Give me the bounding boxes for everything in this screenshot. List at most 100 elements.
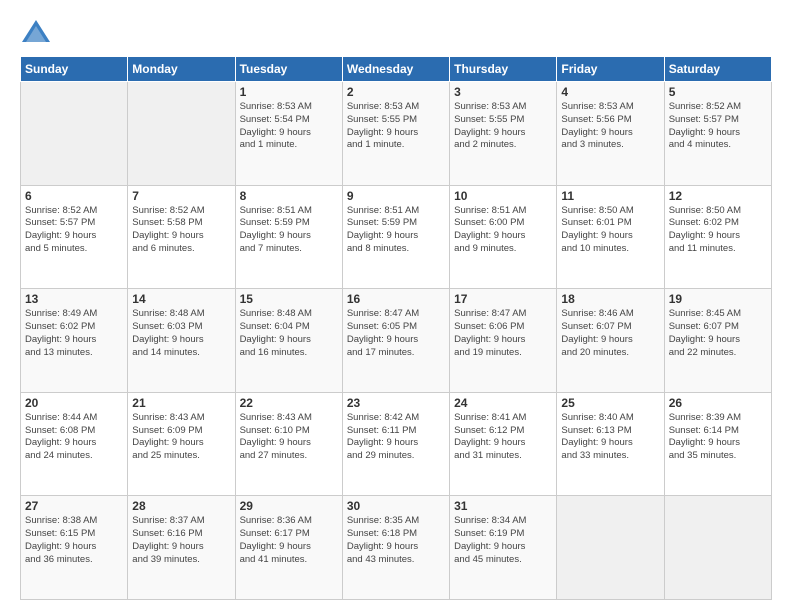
- day-number: 19: [669, 292, 767, 306]
- calendar-cell: 16Sunrise: 8:47 AM Sunset: 6:05 PM Dayli…: [342, 289, 449, 393]
- calendar-cell: 7 Sunrise: 8:52 AM Sunset: 5:58 PM Daylig…: [128, 185, 235, 289]
- calendar-week-1: 1 Sunrise: 8:53 AM Sunset: 5:54 PM Daylig…: [21, 82, 772, 186]
- day-info: Sunrise: 8:42 AM Sunset: 6:11 PM Dayligh…: [347, 412, 445, 463]
- weekday-header-monday: Monday: [128, 57, 235, 82]
- calendar-cell: 12Sunrise: 8:50 AM Sunset: 6:02 PM Dayli…: [664, 185, 771, 289]
- calendar-cell: 27 Sunrise: 8:38 AM Sunset: 6:15 PM Dayli…: [21, 496, 128, 600]
- day-number: 25: [561, 396, 659, 410]
- logo: [20, 18, 56, 46]
- calendar-week-5: 27 Sunrise: 8:38 AM Sunset: 6:15 PM Dayli…: [21, 496, 772, 600]
- day-number: 7: [132, 189, 230, 203]
- day-number: 15: [240, 292, 338, 306]
- day-info: Sunrise: 8:46 AM Sunset: 6:07 PM Dayligh…: [561, 308, 659, 359]
- day-number: 1: [240, 85, 338, 99]
- day-info: Sunrise: 8:52 AM Sunset: 5:57 PM Dayligh…: [669, 101, 767, 152]
- day-number: 6: [25, 189, 123, 203]
- calendar-cell: 14 Sunrise: 8:48 AM Sunset: 6:03 PM Dayli…: [128, 289, 235, 393]
- day-number: 30: [347, 499, 445, 513]
- day-number: 18: [561, 292, 659, 306]
- day-number: 3: [454, 85, 552, 99]
- weekday-header-saturday: Saturday: [664, 57, 771, 82]
- calendar-cell: 23 Sunrise: 8:42 AM Sunset: 6:11 PM Dayli…: [342, 392, 449, 496]
- day-number: 14: [132, 292, 230, 306]
- day-info: Sunrise: 8:45 AM Sunset: 6:07 PM Dayligh…: [669, 308, 767, 359]
- day-info: Sunrise: 8:52 AM Sunset: 5:58 PM Dayligh…: [132, 205, 230, 256]
- day-info: Sunrise: 8:51 AM Sunset: 6:00 PM Dayligh…: [454, 205, 552, 256]
- day-info: Sunrise: 8:53 AM Sunset: 5:55 PM Dayligh…: [454, 101, 552, 152]
- day-info: Sunrise: 8:52 AM Sunset: 5:57 PM Dayligh…: [25, 205, 123, 256]
- day-info: Sunrise: 8:38 AM Sunset: 6:15 PM Dayligh…: [25, 515, 123, 566]
- calendar-cell: 15 Sunrise: 8:48 AM Sunset: 6:04 PM Dayli…: [235, 289, 342, 393]
- day-info: Sunrise: 8:50 AM Sunset: 6:01 PM Dayligh…: [561, 205, 659, 256]
- page-header: [20, 18, 772, 46]
- day-info: Sunrise: 8:35 AM Sunset: 6:18 PM Dayligh…: [347, 515, 445, 566]
- weekday-header-wednesday: Wednesday: [342, 57, 449, 82]
- day-info: Sunrise: 8:49 AM Sunset: 6:02 PM Dayligh…: [25, 308, 123, 359]
- day-number: 10: [454, 189, 552, 203]
- day-number: 24: [454, 396, 552, 410]
- day-number: 27: [25, 499, 123, 513]
- day-number: 5: [669, 85, 767, 99]
- calendar-cell: 8 Sunrise: 8:51 AM Sunset: 5:59 PM Daylig…: [235, 185, 342, 289]
- day-number: 4: [561, 85, 659, 99]
- day-info: Sunrise: 8:34 AM Sunset: 6:19 PM Dayligh…: [454, 515, 552, 566]
- calendar-cell: 22Sunrise: 8:43 AM Sunset: 6:10 PM Dayli…: [235, 392, 342, 496]
- day-number: 11: [561, 189, 659, 203]
- calendar-week-2: 6 Sunrise: 8:52 AM Sunset: 5:57 PM Daylig…: [21, 185, 772, 289]
- day-info: Sunrise: 8:53 AM Sunset: 5:56 PM Dayligh…: [561, 101, 659, 152]
- calendar-cell: 24 Sunrise: 8:41 AM Sunset: 6:12 PM Dayli…: [450, 392, 557, 496]
- calendar-cell: 6 Sunrise: 8:52 AM Sunset: 5:57 PM Daylig…: [21, 185, 128, 289]
- day-number: 9: [347, 189, 445, 203]
- day-info: Sunrise: 8:44 AM Sunset: 6:08 PM Dayligh…: [25, 412, 123, 463]
- calendar-cell: 31Sunrise: 8:34 AM Sunset: 6:19 PM Dayli…: [450, 496, 557, 600]
- day-info: Sunrise: 8:43 AM Sunset: 6:09 PM Dayligh…: [132, 412, 230, 463]
- day-info: Sunrise: 8:41 AM Sunset: 6:12 PM Dayligh…: [454, 412, 552, 463]
- day-info: Sunrise: 8:39 AM Sunset: 6:14 PM Dayligh…: [669, 412, 767, 463]
- weekday-header-friday: Friday: [557, 57, 664, 82]
- weekday-header-sunday: Sunday: [21, 57, 128, 82]
- calendar-week-4: 20Sunrise: 8:44 AM Sunset: 6:08 PM Dayli…: [21, 392, 772, 496]
- calendar-cell: 17 Sunrise: 8:47 AM Sunset: 6:06 PM Dayli…: [450, 289, 557, 393]
- day-info: Sunrise: 8:53 AM Sunset: 5:55 PM Dayligh…: [347, 101, 445, 152]
- day-number: 13: [25, 292, 123, 306]
- calendar-cell: 1 Sunrise: 8:53 AM Sunset: 5:54 PM Daylig…: [235, 82, 342, 186]
- calendar-cell: 26 Sunrise: 8:39 AM Sunset: 6:14 PM Dayli…: [664, 392, 771, 496]
- calendar-cell: 20Sunrise: 8:44 AM Sunset: 6:08 PM Dayli…: [21, 392, 128, 496]
- calendar-cell: 4 Sunrise: 8:53 AM Sunset: 5:56 PM Daylig…: [557, 82, 664, 186]
- day-number: 29: [240, 499, 338, 513]
- calendar-cell: 10 Sunrise: 8:51 AM Sunset: 6:00 PM Dayli…: [450, 185, 557, 289]
- calendar-cell: 21 Sunrise: 8:43 AM Sunset: 6:09 PM Dayli…: [128, 392, 235, 496]
- day-info: Sunrise: 8:37 AM Sunset: 6:16 PM Dayligh…: [132, 515, 230, 566]
- calendar-cell: 13 Sunrise: 8:49 AM Sunset: 6:02 PM Dayli…: [21, 289, 128, 393]
- calendar-cell: [557, 496, 664, 600]
- calendar-cell: 9 Sunrise: 8:51 AM Sunset: 5:59 PM Daylig…: [342, 185, 449, 289]
- calendar-cell: [664, 496, 771, 600]
- day-number: 21: [132, 396, 230, 410]
- day-info: Sunrise: 8:51 AM Sunset: 5:59 PM Dayligh…: [240, 205, 338, 256]
- day-info: Sunrise: 8:40 AM Sunset: 6:13 PM Dayligh…: [561, 412, 659, 463]
- day-info: Sunrise: 8:53 AM Sunset: 5:54 PM Dayligh…: [240, 101, 338, 152]
- weekday-header-tuesday: Tuesday: [235, 57, 342, 82]
- calendar-cell: 25 Sunrise: 8:40 AM Sunset: 6:13 PM Dayli…: [557, 392, 664, 496]
- calendar-table: SundayMondayTuesdayWednesdayThursdayFrid…: [20, 56, 772, 600]
- calendar-cell: 29Sunrise: 8:36 AM Sunset: 6:17 PM Dayli…: [235, 496, 342, 600]
- day-number: 17: [454, 292, 552, 306]
- calendar-cell: 28 Sunrise: 8:37 AM Sunset: 6:16 PM Dayli…: [128, 496, 235, 600]
- day-number: 22: [240, 396, 338, 410]
- calendar-cell: 11 Sunrise: 8:50 AM Sunset: 6:01 PM Dayli…: [557, 185, 664, 289]
- calendar-header: SundayMondayTuesdayWednesdayThursdayFrid…: [21, 57, 772, 82]
- day-info: Sunrise: 8:48 AM Sunset: 6:03 PM Dayligh…: [132, 308, 230, 359]
- day-number: 28: [132, 499, 230, 513]
- day-info: Sunrise: 8:51 AM Sunset: 5:59 PM Dayligh…: [347, 205, 445, 256]
- day-number: 23: [347, 396, 445, 410]
- day-info: Sunrise: 8:47 AM Sunset: 6:06 PM Dayligh…: [454, 308, 552, 359]
- day-number: 12: [669, 189, 767, 203]
- day-number: 8: [240, 189, 338, 203]
- calendar-week-3: 13 Sunrise: 8:49 AM Sunset: 6:02 PM Dayli…: [21, 289, 772, 393]
- calendar-cell: 30 Sunrise: 8:35 AM Sunset: 6:18 PM Dayli…: [342, 496, 449, 600]
- calendar-cell: 5 Sunrise: 8:52 AM Sunset: 5:57 PM Daylig…: [664, 82, 771, 186]
- calendar-cell: 2Sunrise: 8:53 AM Sunset: 5:55 PM Daylig…: [342, 82, 449, 186]
- day-info: Sunrise: 8:48 AM Sunset: 6:04 PM Dayligh…: [240, 308, 338, 359]
- day-number: 16: [347, 292, 445, 306]
- day-number: 26: [669, 396, 767, 410]
